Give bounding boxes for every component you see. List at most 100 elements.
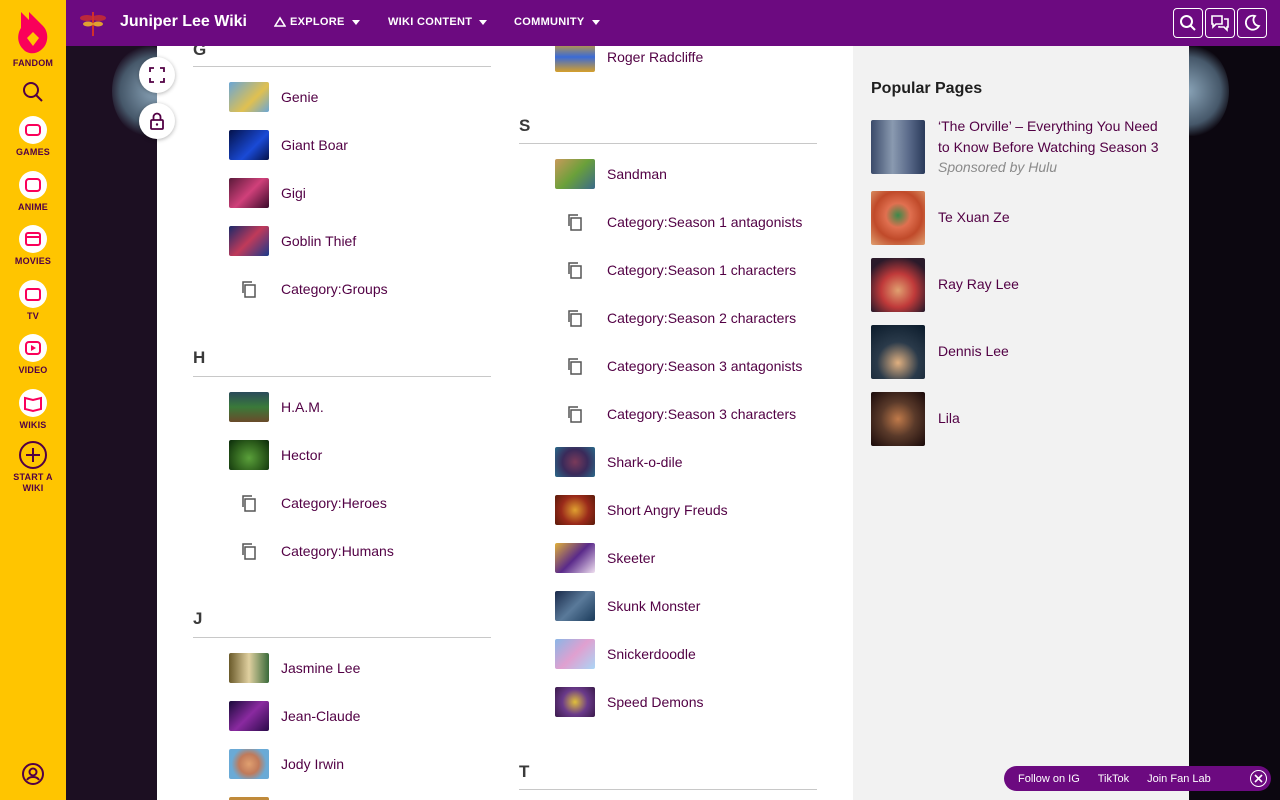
item-link[interactable]: Skunk Monster <box>607 598 700 614</box>
list-item[interactable]: Jasmine Lee <box>229 652 360 684</box>
list-item[interactable]: Hector <box>229 439 322 471</box>
section-letter-t: T <box>519 762 530 781</box>
list-item[interactable]: Short Angry Freuds <box>555 494 728 526</box>
popular-page-link[interactable]: ‘The Orville’ – Everything You Need to K… <box>938 116 1171 158</box>
popular-page-link[interactable]: Dennis Lee <box>938 341 1171 362</box>
list-item[interactable]: Category:Season 1 characters <box>555 254 796 286</box>
item-link[interactable]: Category:Season 1 characters <box>607 262 796 278</box>
start-a-wiki-button[interactable]: START A WIKI <box>0 440 66 494</box>
tv-icon <box>19 280 47 308</box>
join-fan-lab-link[interactable]: Join Fan Lab <box>1147 773 1211 785</box>
item-link[interactable]: Snickerdoodle <box>607 646 696 662</box>
item-link[interactable]: Jasmine Lee <box>281 660 360 676</box>
item-link[interactable]: Speed Demons <box>607 694 704 710</box>
list-item[interactable]: Sandman <box>555 158 667 190</box>
item-link[interactable]: H.A.M. <box>281 399 324 415</box>
list-item[interactable]: Skeeter <box>555 542 655 574</box>
item-link[interactable]: Jody Irwin <box>281 756 344 772</box>
list-item[interactable]: Category:Season 3 characters <box>555 398 796 430</box>
item-link[interactable]: Gigi <box>281 185 306 201</box>
item-link[interactable]: Category:Heroes <box>281 495 387 511</box>
gnav-video[interactable]: VIDEO <box>0 333 66 376</box>
item-link[interactable]: Shark-o-dile <box>607 454 682 470</box>
item-link[interactable]: Sandman <box>607 166 667 182</box>
list-item[interactable]: H.A.M. <box>229 391 324 423</box>
popular-page-link[interactable]: Ray Ray Lee <box>938 274 1171 295</box>
user-account-button[interactable] <box>0 762 66 786</box>
item-link[interactable]: Category:Season 3 characters <box>607 406 796 422</box>
gnav-movies[interactable]: MOVIES <box>0 224 66 267</box>
item-link[interactable]: Category:Season 3 antagonists <box>607 358 802 374</box>
popular-page-item[interactable]: Lila <box>871 392 1171 446</box>
list-item[interactable]: Giant Boar <box>229 129 348 161</box>
list-item[interactable]: Genie <box>229 81 318 113</box>
item-link[interactable]: Category:Season 2 characters <box>607 310 796 326</box>
community-menu[interactable]: COMMUNITY <box>514 16 600 28</box>
list-item[interactable]: Skunk Monster <box>555 590 700 622</box>
fullscreen-button[interactable] <box>139 57 175 93</box>
list-item[interactable]: Jody Irwin <box>229 748 344 780</box>
list-item[interactable]: Category:Heroes <box>229 487 387 519</box>
plus-circle-icon <box>19 441 47 469</box>
item-link[interactable]: Skeeter <box>607 550 655 566</box>
item-link[interactable]: Goblin Thief <box>281 233 356 249</box>
item-link[interactable]: Category:Humans <box>281 543 394 559</box>
item-link[interactable]: Jean-Claude <box>281 708 360 724</box>
list-item[interactable]: Category:Season 2 characters <box>555 302 796 334</box>
popular-page-link[interactable]: Te Xuan Ze <box>938 207 1171 228</box>
gnav-wikis[interactable]: WIKIS <box>0 388 66 431</box>
gnav-tv[interactable]: TV <box>0 279 66 322</box>
explore-menu[interactable]: EXPLORE <box>274 16 360 28</box>
gnav-anime-label: ANIME <box>18 202 48 212</box>
tiktok-link[interactable]: TikTok <box>1098 773 1129 785</box>
list-item[interactable]: Goblin Thief <box>229 225 356 257</box>
thumbnail <box>871 392 925 446</box>
category-icon <box>555 351 595 381</box>
gnav-video-label: VIDEO <box>18 365 48 375</box>
search-icon <box>23 82 43 102</box>
gnav-games[interactable]: GAMES <box>0 115 66 158</box>
list-item[interactable]: Category:Groups <box>229 273 388 305</box>
fandom-logo[interactable]: FANDOM <box>0 8 66 69</box>
close-button[interactable] <box>1250 770 1267 787</box>
thumbnail <box>229 653 269 683</box>
theme-toggle-button[interactable] <box>1237 8 1267 38</box>
list-item[interactable]: Speed Demons <box>555 686 704 718</box>
popular-page-link[interactable]: Lila <box>938 408 1171 429</box>
item-link[interactable]: Hector <box>281 447 322 463</box>
list-item[interactable]: Category:Humans <box>229 535 394 567</box>
section-divider <box>193 376 491 377</box>
protection-button[interactable] <box>139 103 175 139</box>
list-item[interactable]: Category:Season 1 antagonists <box>555 206 802 238</box>
list-item[interactable]: Snickerdoodle <box>555 638 696 670</box>
dragonfly-logo-icon[interactable] <box>78 8 108 38</box>
list-item[interactable]: Shark-o-dile <box>555 446 682 478</box>
wiki-search-button[interactable] <box>1173 8 1203 38</box>
popular-page-item[interactable]: Dennis Lee <box>871 325 1171 379</box>
popular-page-item[interactable]: ‘The Orville’ – Everything You Need to K… <box>871 118 1171 192</box>
item-link[interactable]: Category:Groups <box>281 281 388 297</box>
item-link[interactable]: Giant Boar <box>281 137 348 153</box>
discussions-button[interactable] <box>1205 8 1235 38</box>
list-item[interactable]: Category:Season 3 antagonists <box>555 350 802 382</box>
gnav-anime[interactable]: ANIME <box>0 170 66 213</box>
list-item[interactable]: Gigi <box>229 177 306 209</box>
list-item[interactable]: Jean-Claude <box>229 700 360 732</box>
item-link[interactable]: Genie <box>281 89 318 105</box>
gnav-movies-label: MOVIES <box>14 256 52 266</box>
wiki-title[interactable]: Juniper Lee Wiki <box>120 13 247 31</box>
gnav-games-label: GAMES <box>15 147 50 157</box>
thumbnail <box>555 639 595 669</box>
list-item[interactable]: Roger Radcliffe <box>555 46 703 73</box>
clapper-icon <box>19 225 47 253</box>
wiki-content-menu[interactable]: WIKI CONTENT <box>388 16 488 28</box>
item-link[interactable]: Short Angry Freuds <box>607 502 728 518</box>
follow-on-ig-link[interactable]: Follow on IG <box>1018 773 1080 785</box>
item-link[interactable]: Roger Radcliffe <box>607 49 703 65</box>
global-search[interactable] <box>0 80 66 104</box>
item-link[interactable]: Category:Season 1 antagonists <box>607 214 802 230</box>
popular-page-item[interactable]: Te Xuan Ze <box>871 191 1171 245</box>
category-icon <box>229 488 269 518</box>
list-item[interactable] <box>229 796 269 800</box>
popular-page-item[interactable]: Ray Ray Lee <box>871 258 1171 312</box>
